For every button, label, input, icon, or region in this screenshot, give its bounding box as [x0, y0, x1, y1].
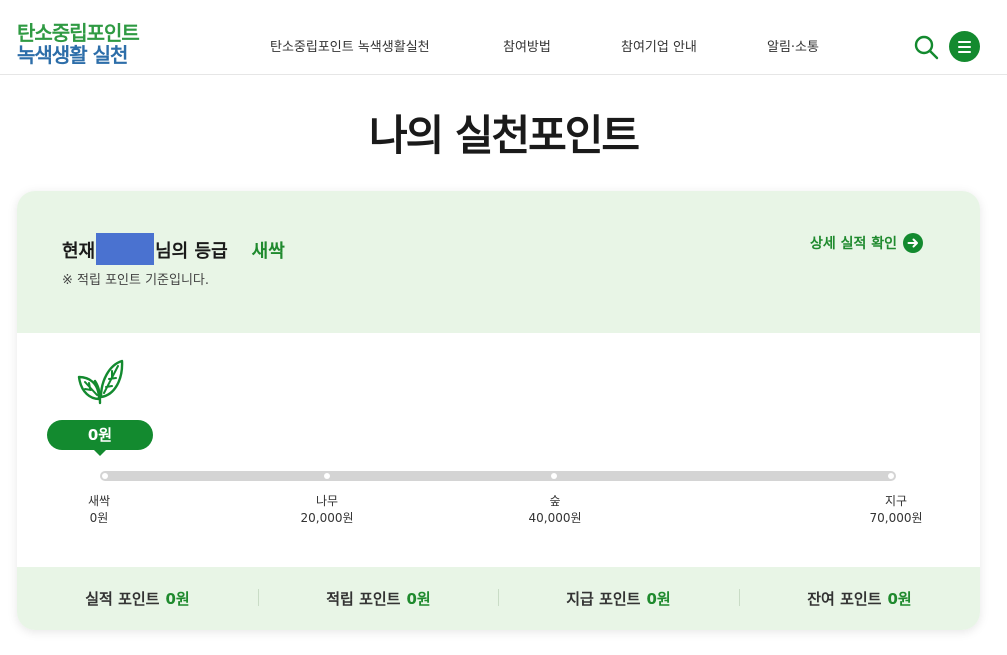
- summary-label: 잔여 포인트: [807, 590, 882, 608]
- stage-earth: 지구 70,000원: [851, 493, 941, 527]
- stage-dot: [551, 473, 557, 479]
- site-logo[interactable]: 탄소중립포인트 녹색생활 실천: [17, 21, 140, 67]
- stage-dot: [324, 473, 330, 479]
- logo-line-2: 녹색생활 실천: [17, 43, 128, 67]
- redacted-username: [96, 233, 155, 265]
- points-summary: 실적 포인트 0원 적립 포인트 0원 지급 포인트 0원 잔여 포인트 0원: [17, 567, 980, 630]
- site-header: 탄소중립포인트 녹색생활 실천 탄소중립포인트 녹색생활실천 참여방법 참여기업…: [0, 0, 1007, 75]
- nav-item-partners[interactable]: 참여기업 안내: [621, 36, 697, 55]
- summary-label: 실적 포인트: [85, 590, 160, 608]
- page-title: 나의 실천포인트: [368, 111, 640, 160]
- stage-name: 나무: [315, 494, 339, 508]
- summary-performance: 실적 포인트 0원: [17, 588, 258, 609]
- stage-name: 숲: [549, 494, 561, 508]
- logo-line-1: 탄소중립포인트: [17, 21, 140, 45]
- nav-item-notice[interactable]: 알림·소통: [767, 36, 819, 55]
- summary-paid: 지급 포인트 0원: [498, 588, 739, 609]
- stage-name: 지구: [884, 494, 908, 508]
- summary-value: 0원: [406, 590, 431, 608]
- summary-label: 적립 포인트: [326, 590, 401, 608]
- current-points-bubble: 0원: [47, 420, 153, 456]
- menu-button[interactable]: [949, 31, 980, 62]
- search-button[interactable]: [913, 34, 939, 60]
- points-card: 현재 님의 등급 새싹 ※ 적립 포인트 기준입니다. 상세 실적 확인 0원 새싹…: [17, 191, 980, 630]
- nav-item-green-life[interactable]: 탄소중립포인트 녹색생활실천: [270, 36, 430, 55]
- stage-points: 70,000원: [869, 511, 923, 525]
- stage-points: 40,000원: [528, 511, 582, 525]
- summary-value: 0원: [646, 590, 671, 608]
- stage-dot: [888, 473, 894, 479]
- sprout-icon: [77, 359, 124, 405]
- summary-accumulated: 적립 포인트 0원: [258, 588, 499, 609]
- detail-link-label: 상세 실적 확인: [810, 236, 898, 252]
- grade-note: ※ 적립 포인트 기준입니다.: [62, 273, 210, 288]
- grade-line: 현재 님의 등급 새싹: [62, 233, 285, 265]
- arrow-right-icon: [903, 233, 924, 253]
- grade-value: 새싹: [251, 241, 285, 262]
- search-icon: [914, 35, 939, 60]
- summary-value: 0원: [165, 590, 190, 608]
- grade-suffix: 님의 등급: [155, 241, 228, 262]
- nav-item-how-to-join[interactable]: 참여방법: [503, 36, 551, 55]
- stage-forest: 숲 40,000원: [510, 493, 600, 527]
- summary-remaining: 잔여 포인트 0원: [739, 588, 980, 609]
- progress-track: [100, 471, 896, 481]
- stage-points: 0원: [89, 511, 109, 525]
- grade-panel: 현재 님의 등급 새싹 ※ 적립 포인트 기준입니다. 상세 실적 확인: [17, 191, 980, 333]
- stage-sprout: 새싹 0원: [54, 493, 144, 527]
- stage-dot: [102, 473, 108, 479]
- stage-points: 20,000원: [300, 511, 354, 525]
- stage-tree: 나무 20,000원: [282, 493, 372, 527]
- progress-panel: [17, 333, 980, 567]
- detail-link[interactable]: 상세 실적 확인: [810, 233, 924, 253]
- summary-value: 0원: [887, 590, 912, 608]
- summary-label: 지급 포인트: [566, 590, 641, 608]
- grade-prefix: 현재: [62, 241, 96, 262]
- stage-name: 새싹: [87, 494, 111, 508]
